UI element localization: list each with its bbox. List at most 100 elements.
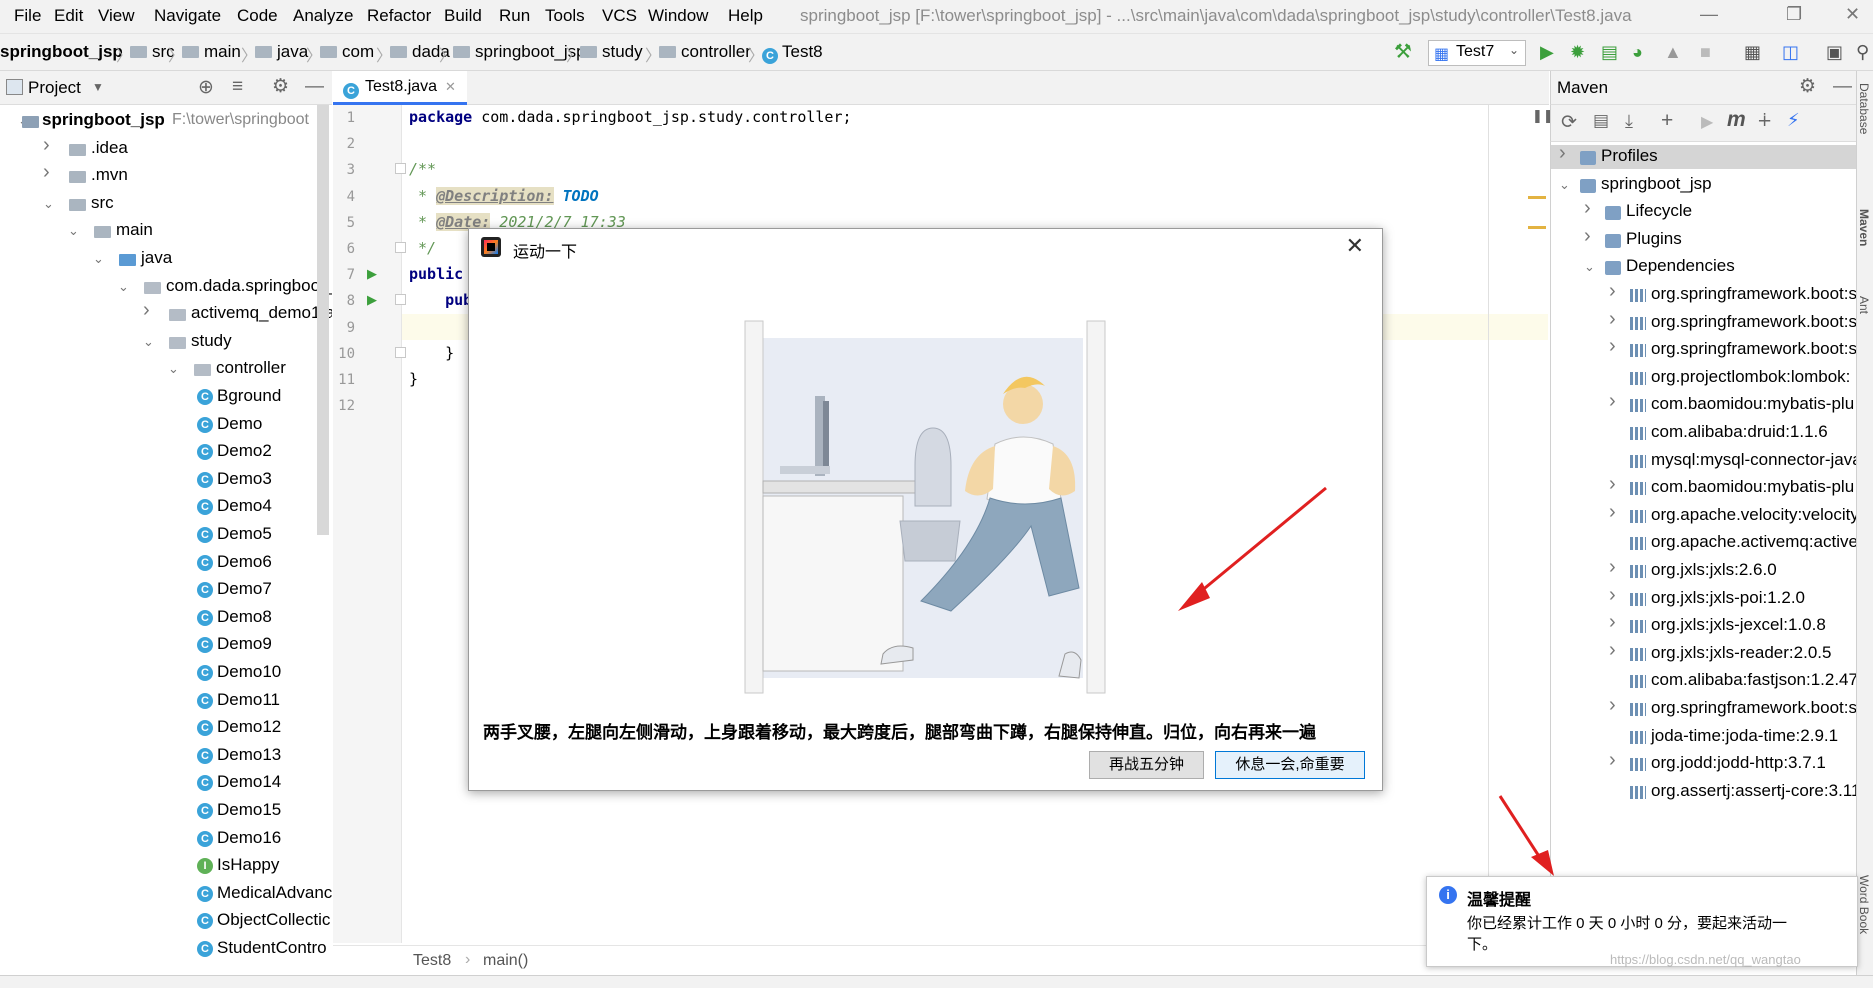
maven-tree-item[interactable]: joda-time:joda-time:2.9.1 (1551, 725, 1856, 749)
search-icon[interactable]: ⚲ (1856, 42, 1869, 63)
tree-item[interactable]: C ObjectCollectic (0, 909, 332, 933)
warning-marker[interactable] (1528, 226, 1546, 229)
tree-item[interactable]: › activemq_demo1.a1_d (0, 299, 332, 326)
menu-tools[interactable]: Tools (545, 6, 585, 26)
collapse-all-icon[interactable]: ≡ (232, 76, 243, 98)
tree-item[interactable]: C Demo (0, 413, 332, 437)
code-line[interactable]: */ (409, 239, 436, 257)
breadcrumb-3[interactable]: java (255, 42, 308, 62)
run-gutter-icon[interactable]: ▶ (367, 266, 377, 282)
maven-tree-item[interactable]: › org.springframework.boot:s (1551, 280, 1856, 307)
maven-tree-item[interactable]: › org.jxls:jxls:2.6.0 (1551, 556, 1856, 583)
rest-button[interactable]: 休息一会,命重要 (1215, 751, 1365, 779)
breadcrumb-9[interactable]: C Test8 (762, 42, 823, 64)
locate-icon[interactable]: ⊕ (198, 76, 214, 99)
chevron-right-icon[interactable]: › (1609, 694, 1616, 717)
breadcrumb-4[interactable]: com (320, 42, 374, 62)
project-panel-title[interactable]: Project (28, 78, 81, 98)
chevron-down-icon[interactable]: ⌄ (168, 361, 179, 377)
chevron-down-icon[interactable]: ⌄ (93, 251, 104, 267)
close-tab-icon[interactable]: ✕ (445, 79, 456, 95)
breadcrumb-2[interactable]: main (182, 42, 241, 62)
maven-tree-item[interactable]: › org.jxls:jxls-reader:2.0.5 (1551, 639, 1856, 666)
editor-tab[interactable]: C Test8.java ✕ (333, 71, 467, 105)
tree-item[interactable]: ⌄ java (0, 247, 332, 271)
project-structure-icon[interactable]: ▦ (1744, 42, 1761, 63)
chevron-right-icon[interactable]: › (1609, 611, 1616, 634)
debug-icon[interactable]: ✹ (1570, 42, 1585, 63)
download-icon[interactable]: ⤓ (1625, 111, 1633, 132)
chevron-right-icon[interactable]: › (1584, 225, 1591, 248)
run-gutter-icon[interactable]: ▶ (367, 292, 377, 308)
maximize-icon[interactable]: ❐ (1786, 4, 1802, 25)
tree-item[interactable]: C Demo12 (0, 716, 332, 740)
execute-goal-icon[interactable]: m (1727, 108, 1746, 132)
run-icon[interactable]: ▶ (1540, 42, 1554, 63)
tree-item[interactable]: C Demo5 (0, 523, 332, 547)
code-line[interactable]: pub (409, 291, 472, 309)
warning-marker[interactable] (1528, 196, 1546, 199)
maven-tree-item[interactable]: › Lifecycle (1551, 197, 1856, 224)
chevron-down-icon[interactable]: ▼ (92, 80, 104, 94)
chevron-right-icon[interactable]: › (1609, 390, 1616, 413)
chevron-right-icon[interactable]: › (1609, 308, 1616, 331)
fold-marker-icon[interactable] (395, 242, 406, 253)
tree-item[interactable]: C Demo10 (0, 661, 332, 685)
gear-icon[interactable]: ⚙ (272, 75, 289, 98)
chevron-down-icon[interactable]: ⌄ (43, 196, 54, 212)
tree-item[interactable]: C Demo8 (0, 606, 332, 630)
chevron-right-icon[interactable]: › (1609, 556, 1616, 579)
tree-item[interactable]: C StudentContro (0, 937, 332, 961)
snooze-button[interactable]: 再战五分钟 (1089, 751, 1204, 779)
tree-item[interactable]: C Demo9 (0, 633, 332, 657)
menu-navigate[interactable]: Navigate (154, 6, 221, 26)
tree-item[interactable]: C Demo13 (0, 744, 332, 768)
tree-item[interactable]: C Demo15 (0, 799, 332, 823)
maven-tree-item[interactable]: org.projectlombok:lombok: (1551, 366, 1856, 390)
tree-item[interactable]: C Bground (0, 385, 332, 409)
generate-sources-icon[interactable]: ▤ (1593, 111, 1609, 131)
tree-item[interactable]: C Demo14 (0, 771, 332, 795)
fold-marker-icon[interactable] (395, 163, 406, 174)
chevron-right-icon[interactable]: › (1609, 501, 1616, 524)
hide-panel-icon[interactable]: — (305, 76, 324, 98)
run-configuration-select[interactable]: ▦ Test7 ⌄ (1428, 40, 1526, 66)
chevron-down-icon[interactable]: ⌄ (68, 223, 79, 239)
tree-item[interactable]: › .mvn (0, 161, 332, 188)
chevron-right-icon[interactable]: › (1609, 473, 1616, 496)
tree-item[interactable]: › .idea (0, 134, 332, 161)
menu-vcs[interactable]: VCS (602, 6, 637, 26)
fold-marker-icon[interactable] (395, 347, 406, 358)
menu-refactor[interactable]: Refactor (367, 6, 431, 26)
tree-item[interactable]: ⌄ controller (0, 357, 332, 381)
chevron-down-icon[interactable]: ⌄ (1584, 259, 1595, 275)
maven-tree-item[interactable]: com.alibaba:druid:1.1.6 (1551, 421, 1856, 445)
maven-tree-item[interactable]: ⌄ Dependencies (1551, 255, 1856, 279)
build-hammer-icon[interactable]: ⚒ (1394, 39, 1412, 64)
reload-icon[interactable]: ⟳ (1561, 111, 1577, 134)
chevron-right-icon[interactable]: › (1609, 749, 1616, 772)
breadcrumb-7[interactable]: study (580, 42, 643, 62)
code-line[interactable]: public (409, 265, 463, 283)
gear-icon[interactable]: ⚙ (1799, 75, 1816, 98)
attach-icon[interactable]: ▲ (1664, 42, 1682, 63)
menu-run[interactable]: Run (499, 6, 530, 26)
coverage-icon[interactable]: ▤ (1601, 42, 1618, 63)
code-line[interactable]: } (409, 370, 418, 388)
terminal-icon[interactable]: ▣ (1826, 42, 1843, 63)
fold-marker-icon[interactable] (395, 294, 406, 305)
close-window-icon[interactable]: ✕ (1845, 4, 1860, 25)
tree-item[interactable]: ⌄ com.dada.springboot_jsp (0, 275, 332, 299)
chevron-right-icon[interactable]: › (1559, 142, 1566, 165)
maven-tree-item[interactable]: › org.springframework.boot:s (1551, 335, 1856, 362)
menu-help[interactable]: Help (728, 6, 763, 26)
menu-view[interactable]: View (98, 6, 135, 26)
tree-item[interactable]: ⌄ study (0, 330, 332, 354)
tree-item[interactable]: C Demo11 (0, 689, 332, 713)
chevron-right-icon[interactable]: › (1609, 639, 1616, 662)
offline-mode-icon[interactable]: ⚡ (1787, 110, 1800, 131)
project-scrollbar[interactable] (317, 105, 329, 535)
translate-icon[interactable]: ◫ (1782, 42, 1799, 63)
tree-item[interactable]: C Demo6 (0, 551, 332, 575)
skip-tests-icon[interactable]: ∔ (1757, 110, 1772, 131)
